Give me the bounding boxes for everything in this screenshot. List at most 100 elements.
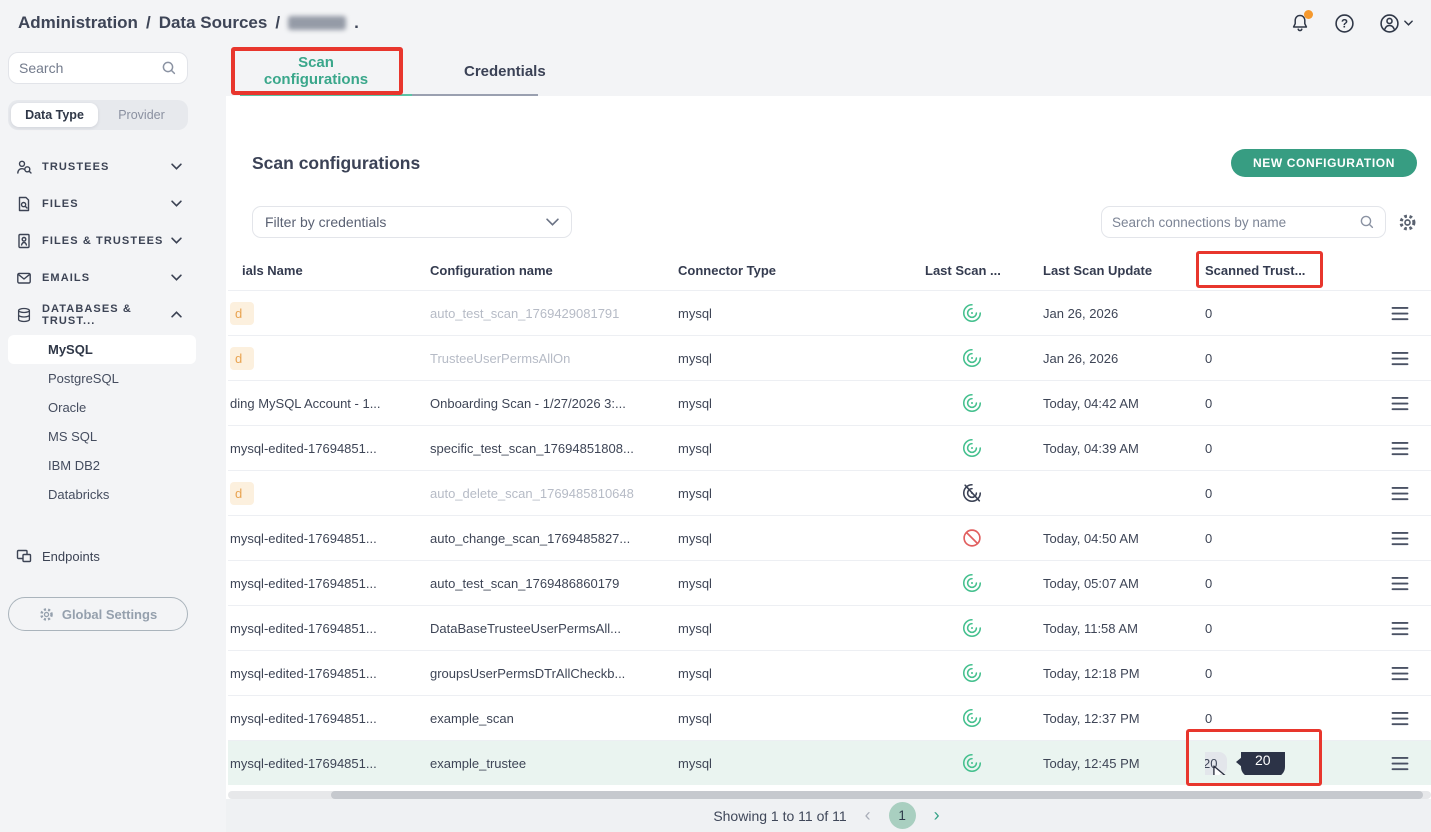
breadcrumb-redacted-source — [288, 16, 346, 30]
sidebar-item-postgresql[interactable]: PostgreSQL — [0, 364, 196, 393]
sidebar-item-oracle[interactable]: Oracle — [0, 393, 196, 422]
configuration-name-cell[interactable]: auto_test_scan_1769429081791 — [430, 306, 678, 321]
column-scanned-trustees[interactable]: Scanned Trust... — [1205, 263, 1380, 278]
row-menu-icon[interactable] — [1390, 396, 1431, 411]
row-actions-cell — [1380, 351, 1431, 366]
configuration-name-cell[interactable]: specific_test_scan_17694851808... — [430, 441, 678, 456]
table-row[interactable]: dauto_test_scan_1769429081791mysql Jan 2… — [228, 290, 1431, 335]
sidebar-item-ibm-db2[interactable]: IBM DB2 — [0, 451, 196, 480]
sidebar-item-files-trustees[interactable]: FILES & TRUSTEES — [0, 222, 196, 259]
connector-type-cell: mysql — [678, 306, 925, 321]
toggle-provider[interactable]: Provider — [98, 103, 185, 127]
connector-type-cell: mysql — [678, 531, 925, 546]
column-configuration-name[interactable]: Configuration name — [430, 263, 678, 278]
sidebar-search-input[interactable] — [19, 60, 161, 76]
table-row[interactable]: ding MySQL Account - 1...Onboarding Scan… — [228, 380, 1431, 425]
credentials-name-cell: ding MySQL Account - 1... — [228, 396, 430, 411]
column-last-scan[interactable]: Last Scan ... — [925, 263, 1043, 278]
new-configuration-button[interactable]: NEW CONFIGURATION — [1231, 149, 1417, 177]
breadcrumb: Administration / Data Sources / . — [18, 13, 359, 33]
table-row[interactable]: dauto_delete_scan_1769485810648mysql 0 — [228, 470, 1431, 515]
row-menu-icon[interactable] — [1390, 306, 1431, 321]
configuration-name-cell[interactable]: auto_change_scan_1769485827... — [430, 531, 678, 546]
sidebar-item-label: DATABASES & TRUST... — [42, 303, 171, 327]
table-row[interactable]: mysql-edited-17694851...example_scanmysq… — [228, 695, 1431, 740]
row-menu-icon[interactable] — [1390, 531, 1431, 546]
chevron-up-icon — [171, 311, 182, 318]
sidebar-item-trustees[interactable]: TRUSTEES — [0, 148, 196, 185]
horizontal-scrollbar-thumb[interactable] — [331, 791, 1423, 799]
configuration-name-cell[interactable]: example_trustee — [430, 756, 678, 771]
scanned-count-pill-wrap: 2020 — [1205, 752, 1227, 775]
row-actions-cell — [1380, 711, 1431, 726]
breadcrumb-separator: / — [275, 13, 280, 33]
breadcrumb-data-sources[interactable]: Data Sources — [159, 13, 268, 33]
row-menu-icon[interactable] — [1390, 666, 1431, 681]
configuration-name-cell[interactable]: TrusteeUserPermsAllOn — [430, 351, 678, 366]
configuration-name-cell[interactable]: Onboarding Scan - 1/27/2026 3:... — [430, 396, 678, 411]
global-settings-label: Global Settings — [62, 607, 157, 622]
sidebar-item-databases-trust[interactable]: DATABASES & TRUST... — [0, 296, 196, 333]
table-row[interactable]: mysql-edited-17694851...specific_test_sc… — [228, 425, 1431, 470]
table-row[interactable]: mysql-edited-17694851...auto_test_scan_1… — [228, 560, 1431, 605]
help-icon[interactable]: ? — [1334, 13, 1355, 34]
configuration-name-cell[interactable]: DataBaseTrusteeUserPermsAll... — [430, 621, 678, 636]
row-menu-icon[interactable] — [1390, 351, 1431, 366]
configuration-name-cell[interactable]: auto_delete_scan_1769485810648 — [430, 486, 678, 501]
table-row[interactable]: mysql-edited-17694851...example_trusteem… — [228, 740, 1431, 785]
table-row[interactable]: mysql-edited-17694851...auto_change_scan… — [228, 515, 1431, 560]
table-row[interactable]: mysql-edited-17694851...groupsUserPermsD… — [228, 650, 1431, 695]
row-menu-icon[interactable] — [1390, 756, 1431, 771]
sidebar-search[interactable] — [8, 52, 188, 84]
toggle-data-type[interactable]: Data Type — [11, 103, 98, 127]
row-menu-icon[interactable] — [1390, 441, 1431, 456]
sidebar-item-emails[interactable]: EMAILS — [0, 259, 196, 296]
table-row[interactable]: dTrusteeUserPermsAllOnmysql Jan 26, 2026… — [228, 335, 1431, 380]
credential-badge: d — [230, 347, 254, 370]
table-settings-gear-icon[interactable] — [1398, 213, 1417, 232]
scan-status-ok-icon — [961, 347, 1043, 369]
row-actions-cell — [1380, 756, 1431, 771]
tab-bar: Scan configurations Credentials — [226, 46, 1431, 96]
connections-search[interactable] — [1101, 206, 1386, 238]
tab-credentials[interactable]: Credentials — [464, 63, 546, 80]
user-menu-icon[interactable] — [1379, 13, 1413, 34]
sidebar-item-files[interactable]: FILES — [0, 185, 196, 222]
pagination-next-icon[interactable]: › — [930, 805, 944, 826]
column-credentials-name[interactable]: ials Name — [228, 263, 430, 278]
table-header: ials Name Configuration name Connector T… — [228, 250, 1431, 290]
configuration-name-cell[interactable]: auto_test_scan_1769486860179 — [430, 576, 678, 591]
filter-by-credentials-select[interactable]: Filter by credentials — [252, 206, 572, 238]
scan-status-ok-icon — [961, 617, 1043, 639]
column-connector-type[interactable]: Connector Type — [678, 263, 925, 278]
table-row[interactable]: mysql-edited-17694851...DataBaseTrusteeU… — [228, 605, 1431, 650]
chevron-down-icon — [171, 274, 182, 281]
column-last-scan-update[interactable]: Last Scan Update — [1043, 263, 1205, 278]
horizontal-scrollbar-track[interactable] — [228, 791, 1431, 799]
row-menu-icon[interactable] — [1390, 576, 1431, 591]
row-menu-icon[interactable] — [1390, 711, 1431, 726]
configuration-name-cell[interactable]: example_scan — [430, 711, 678, 726]
connections-search-input[interactable] — [1112, 215, 1359, 230]
row-menu-icon[interactable] — [1390, 621, 1431, 636]
connector-type-cell: mysql — [678, 396, 925, 411]
last-scan-status-cell — [925, 752, 1043, 774]
pagination-page-1[interactable]: 1 — [889, 802, 916, 829]
tab-scan-configurations[interactable]: Scan configurations — [252, 54, 380, 88]
configuration-name-cell[interactable]: groupsUserPermsDTrAllCheckb... — [430, 666, 678, 681]
endpoints-label: Endpoints — [42, 549, 100, 564]
sidebar: Data Type Provider TRUSTEESFILESFILES & … — [0, 46, 196, 832]
credentials-name-cell: mysql-edited-17694851... — [228, 756, 430, 771]
scan-status-ok-icon — [961, 572, 1043, 594]
global-settings-button[interactable]: Global Settings — [8, 597, 188, 631]
sidebar-item-endpoints[interactable]: Endpoints — [0, 541, 196, 571]
sidebar-item-databricks[interactable]: Databricks — [0, 480, 196, 509]
sidebar-item-mysql[interactable]: MySQL — [8, 335, 196, 364]
breadcrumb-administration[interactable]: Administration — [18, 13, 138, 33]
pagination-prev-icon[interactable]: ‹ — [861, 805, 875, 826]
panel-header: Scan configurations NEW CONFIGURATION — [252, 148, 1417, 178]
last-scan-status-cell — [925, 572, 1043, 594]
row-menu-icon[interactable] — [1390, 486, 1431, 501]
sidebar-item-ms-sql[interactable]: MS SQL — [0, 422, 196, 451]
notifications-bell-icon[interactable] — [1290, 13, 1310, 33]
